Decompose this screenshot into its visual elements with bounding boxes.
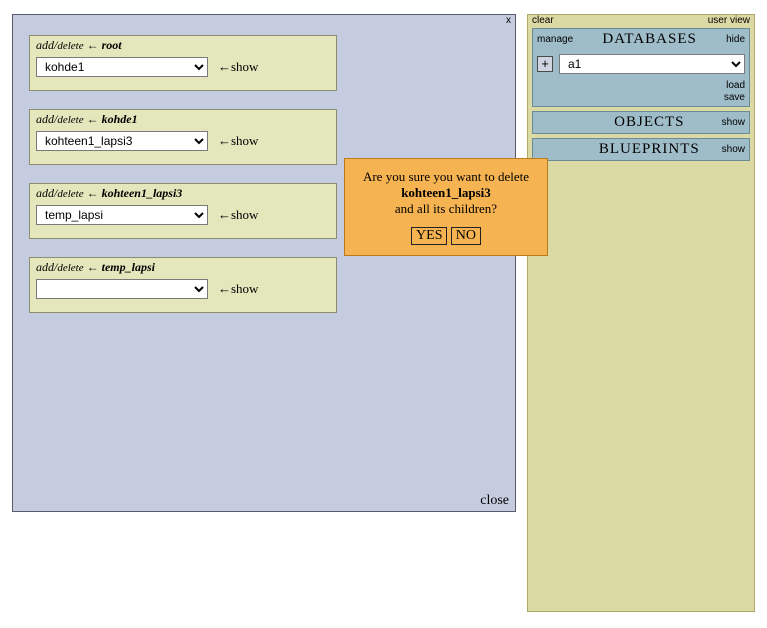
arrow-left-icon: ← — [87, 112, 99, 126]
database-select[interactable]: a1 — [559, 54, 745, 74]
save-link[interactable]: save — [724, 92, 745, 104]
clear-link[interactable]: clear — [532, 15, 554, 26]
dialog-line2: and all its children? — [351, 201, 541, 217]
dialog-target: kohteen1_lapsi3 — [351, 185, 541, 201]
show-link[interactable]: ←show — [218, 59, 258, 75]
arrow-left-icon: ← — [87, 38, 99, 52]
arrow-left-icon: ← — [87, 186, 99, 200]
node-name: kohteen1_lapsi3 — [102, 186, 183, 200]
child-select[interactable]: kohde1 — [36, 57, 208, 77]
yes-button[interactable]: YES — [411, 227, 447, 245]
blueprints-section: BLUEPRINTS show — [532, 138, 750, 161]
node-name: root — [102, 38, 122, 52]
arrow-left-icon: ← — [87, 260, 99, 274]
panel-close-link[interactable]: close — [480, 493, 509, 509]
objects-show-link[interactable]: show — [722, 117, 745, 128]
delete-link[interactable]: delete — [57, 40, 83, 52]
tree-navigator-panel: x add/delete ← root kohde1 ←show add/del… — [12, 14, 516, 512]
node-card-root: add/delete ← root kohde1 ←show — [29, 35, 337, 91]
panel-x-close[interactable]: x — [506, 15, 511, 26]
delete-link[interactable]: delete — [57, 188, 83, 200]
delete-link[interactable]: delete — [57, 114, 83, 126]
show-link[interactable]: ←show — [218, 133, 258, 149]
node-card-temp_lapsi: add/delete ← temp_lapsi ←show — [29, 257, 337, 313]
node-card-kohteen1_lapsi3: add/delete ← kohteen1_lapsi3 temp_lapsi … — [29, 183, 337, 239]
confirm-delete-dialog: Are you sure you want to delete kohteen1… — [344, 158, 548, 256]
add-link[interactable]: add — [36, 260, 54, 274]
load-link[interactable]: load — [726, 80, 745, 92]
dialog-line1: Are you sure you want to delete — [351, 169, 541, 185]
blueprints-show-link[interactable]: show — [722, 144, 745, 155]
child-select[interactable]: kohteen1_lapsi3 — [36, 131, 208, 151]
child-select[interactable] — [36, 279, 208, 299]
add-link[interactable]: add — [36, 38, 54, 52]
add-link[interactable]: add — [36, 112, 54, 126]
databases-section: manage DATABASES hide + a1 load save — [532, 28, 750, 107]
show-link[interactable]: ←show — [218, 207, 258, 223]
add-database-button[interactable]: + — [537, 56, 553, 72]
objects-section: OBJECTS show — [532, 111, 750, 134]
node-card-kohde1: add/delete ← kohde1 kohteen1_lapsi3 ←sho… — [29, 109, 337, 165]
node-name: kohde1 — [102, 112, 138, 126]
blueprints-title: BLUEPRINTS — [577, 141, 722, 158]
databases-title: DATABASES — [573, 31, 726, 48]
hide-link[interactable]: hide — [726, 34, 745, 45]
add-link[interactable]: add — [36, 186, 54, 200]
node-name: temp_lapsi — [102, 260, 155, 274]
objects-title: OBJECTS — [577, 114, 722, 131]
delete-link[interactable]: delete — [57, 262, 83, 274]
sidebar: clear user view manage DATABASES hide + … — [527, 14, 755, 612]
child-select[interactable]: temp_lapsi — [36, 205, 208, 225]
manage-link[interactable]: manage — [537, 34, 573, 45]
show-link[interactable]: ←show — [218, 281, 258, 297]
userview-link[interactable]: user view — [708, 15, 750, 26]
no-button[interactable]: NO — [451, 227, 481, 245]
